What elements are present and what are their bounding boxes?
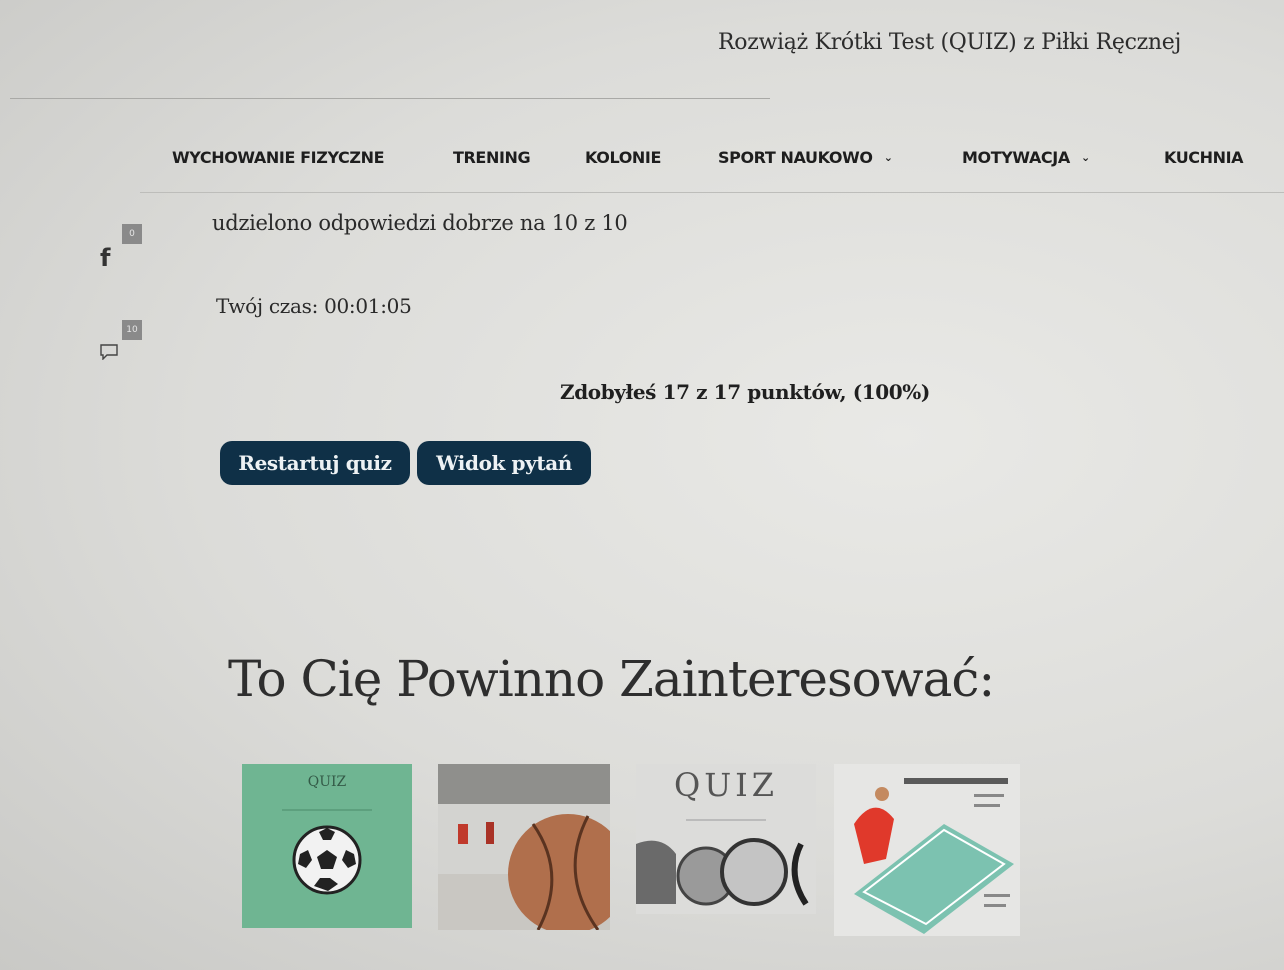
view-questions-button[interactable]: Widok pytań [417,441,591,485]
nav-divider [140,192,1284,193]
related-post-thumbnail[interactable]: QUIZ [242,764,412,928]
nav-item-label: MOTYWACJA [962,148,1070,167]
nav-item-kolonie[interactable]: KOLONIE [585,148,661,167]
nav-item-label: KOLONIE [585,148,661,167]
nav-item-label: TRENING [453,148,531,167]
facebook-icon[interactable]: f [100,244,110,272]
handball-infographic-image [834,764,1020,936]
answers-result-text: udzielono odpowiedzi dobrze na 10 z 10 [212,211,628,235]
comments-count: 10 [122,320,142,340]
chevron-down-icon: ⌄ [883,151,893,164]
facebook-share-count: 0 [122,224,142,244]
header-divider [10,98,770,99]
related-posts-title: To Cię Powinno Zainteresować: [228,650,995,708]
social-share-bar: 0 f 10 [96,220,156,380]
related-post-thumbnail[interactable] [834,764,1020,936]
gym-photo-image [438,764,610,930]
soccer-ball-icon [282,809,372,895]
nav-item-trening[interactable]: TRENING [453,148,531,167]
related-post-thumbnail[interactable] [438,764,610,930]
restart-quiz-button[interactable]: Restartuj quiz [220,441,410,485]
comment-icon[interactable] [100,344,118,361]
nav-item-label: KUCHNIA [1164,148,1244,167]
page-header-title: Rozwiąż Krótki Test (QUIZ) z Piłki Ręczn… [718,30,1182,55]
main-nav: WYCHOWANIE FIZYCZNE TRENING KOLONIE SPOR… [0,148,1284,184]
quiz-time-text: Twój czas: 00:01:05 [216,294,412,318]
nav-item-label: WYCHOWANIE FIZYCZNE [172,148,385,167]
related-post-thumbnail[interactable]: QUIZ [636,764,816,914]
nav-item-label: SPORT NAUKOWO [718,148,873,167]
screen: Rozwiąż Krótki Test (QUIZ) z Piłki Ręczn… [0,0,1284,970]
nav-item-motywacja[interactable]: MOTYWACJA ⌄ [962,148,1090,167]
quiz-score-text: Zdobyłeś 17 z 17 punktów, (100%) [560,380,930,404]
nav-item-sport-naukowo[interactable]: SPORT NAUKOWO ⌄ [718,148,893,167]
nav-item-wychowanie-fizyczne[interactable]: WYCHOWANIE FIZYCZNE [172,148,385,167]
balls-collage-image [636,819,809,906]
nav-item-kuchnia[interactable]: KUCHNIA [1164,148,1244,167]
chevron-down-icon: ⌄ [1081,151,1090,164]
